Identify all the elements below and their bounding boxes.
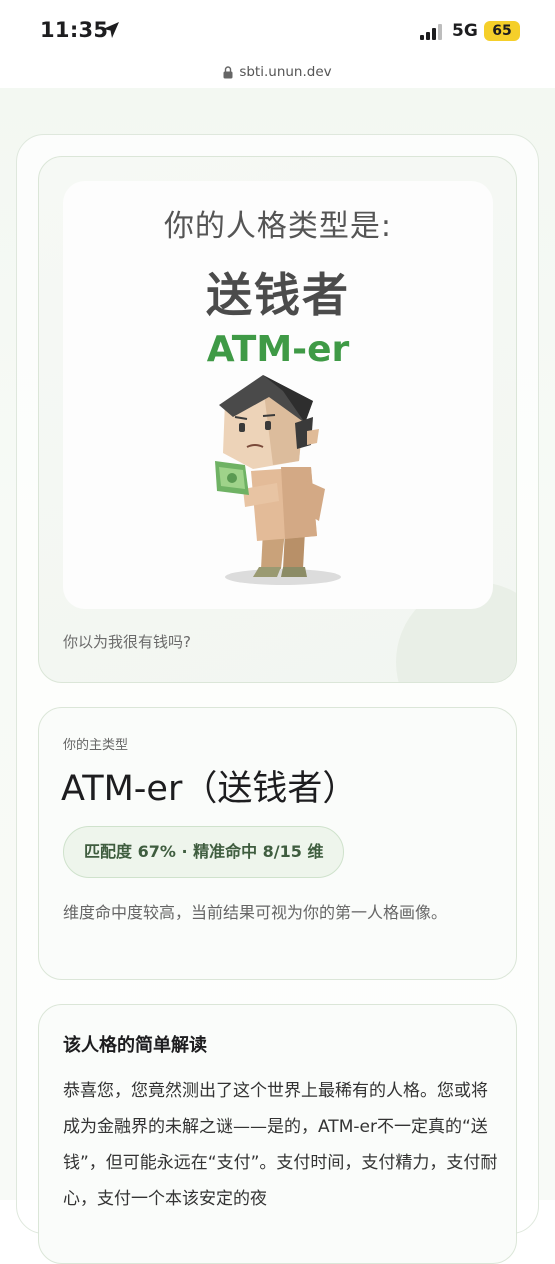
match-score-badge: 匹配度 67% · 精准命中 8/15 维 [63, 826, 345, 878]
interpretation-card: 该人格的简单解读 恭喜您，您竟然测出了这个世界上最稀有的人格。您或将成为金融界的… [38, 1004, 517, 1264]
poster-type-en: ATM-er [206, 329, 350, 370]
status-bar: 11:35 5G 65 [0, 0, 555, 58]
poster-type-name: 送钱者 [206, 268, 350, 322]
main-type-label: 你的主类型 [63, 738, 129, 753]
network-type: 5G [452, 21, 478, 41]
main-type-description: 维度命中度较高，当前结果可视为你的第一人格画像。 [63, 903, 448, 922]
lock-icon [223, 65, 233, 78]
interpretation-body: 恭喜您，您竟然测出了这个世界上最稀有的人格。您或将成为金融界的未解之谜——是的，… [63, 1081, 498, 1209]
personality-poster: 你的人格类型是: 送钱者 ATM-er [63, 181, 493, 609]
character-illustration [215, 375, 341, 585]
address-bar[interactable]: sbti.unun.dev [0, 58, 555, 88]
interpretation-title: 该人格的简单解读 [63, 1035, 207, 1056]
url-text: sbti.unun.dev [239, 64, 332, 80]
cellular-signal-icon [420, 24, 442, 40]
battery-level: 65 [484, 21, 520, 41]
poster-caption: 你以为我很有钱吗? [63, 633, 191, 651]
poster-heading: 你的人格类型是: [163, 209, 393, 244]
main-type-title: ATM-er（送钱者） [61, 769, 358, 809]
clock: 11:35 [40, 18, 109, 42]
location-arrow-icon [103, 22, 119, 38]
main-type-card: 你的主类型 ATM-er（送钱者） 匹配度 67% · 精准命中 8/15 维 … [38, 707, 517, 980]
hero-card: 你的人格类型是: 送钱者 ATM-er 你以为我很有钱吗? [38, 156, 517, 683]
